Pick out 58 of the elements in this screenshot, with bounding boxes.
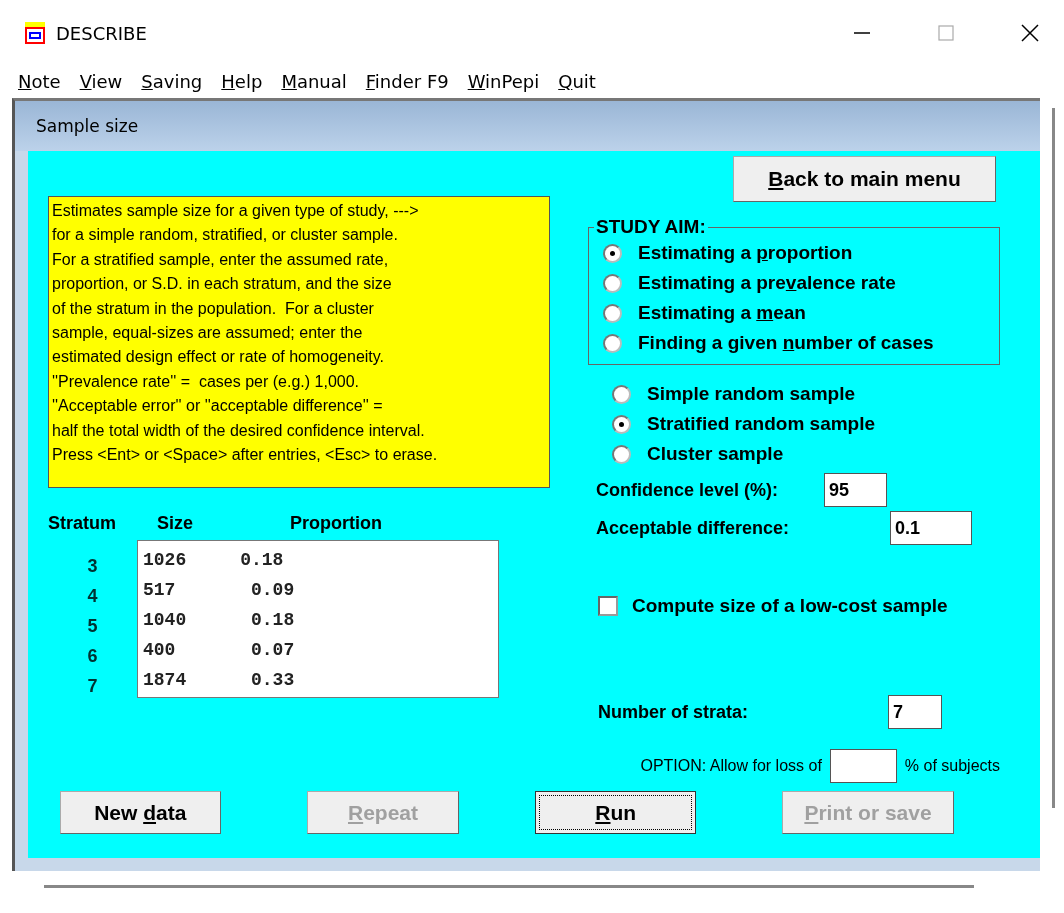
menu-item[interactable]: Saving (141, 70, 203, 92)
radio-label[interactable]: Cluster sample (647, 443, 784, 465)
field-label: Confidence level (%): (596, 479, 780, 501)
menu-item[interactable]: WinPepi (467, 70, 540, 92)
field-label: Acceptable difference: (596, 517, 791, 539)
input-field[interactable] (829, 749, 897, 783)
stratum-number: 4 (87, 585, 98, 608)
column-header: Size (157, 513, 195, 535)
menu-item[interactable]: Finder F9 (365, 70, 449, 92)
window-title: DESCRIBE (56, 22, 147, 44)
stratum-number: 7 (87, 675, 98, 698)
data-row-text: 1040 0.18 (143, 609, 296, 632)
input-field[interactable]: 0.1 (890, 511, 972, 545)
menu-item[interactable]: Manual (281, 70, 347, 92)
radio-button[interactable] (612, 414, 631, 434)
scrollbar[interactable] (1052, 108, 1055, 808)
data-row-text: 517 0.09 (143, 579, 296, 602)
radio-label[interactable]: Estimating a prevalence rate (638, 272, 896, 294)
stratum-number: 3 (87, 555, 98, 578)
radio-label[interactable]: Finding a given number of cases (638, 332, 934, 354)
checkbox[interactable] (598, 596, 618, 616)
input-field[interactable]: 95 (824, 473, 887, 507)
checkbox-label[interactable]: Compute size of a low-cost sample (632, 595, 948, 617)
column-header: Proportion (290, 513, 382, 535)
radio-button[interactable] (603, 273, 622, 293)
radio-button[interactable] (603, 303, 622, 323)
radio-label[interactable]: Estimating a proportion (638, 242, 853, 264)
radio-button[interactable] (603, 333, 622, 353)
radio-label[interactable]: Simple random sample (647, 383, 855, 405)
radio-button[interactable] (612, 384, 631, 404)
group-title: STUDY AIM: (595, 216, 707, 238)
description-text: Estimates sample size for a given type of study, ---> for a simple random, stratified, or cluster sample. For a stratified sample, enter the assumed rate, proportion, or S.D. in each stratum, and the size of the stratum in the population. For a cluster sample, equal-sizes are assumed; enter the estimated design effect or rate of homogeneity. ''Prevalence rate'' = cases per (e.g.) 1,000. ''Acceptable error'' or ''acceptable difference'' = half the total width of the desired confidence interval. Press <Ent> or <Space> after entries, <Esc> to erase. (48, 196, 550, 488)
option-label: OPTION: Allow for loss of (640, 757, 822, 775)
data-row-text: 1026 0.18 (143, 549, 285, 572)
app-icon (24, 21, 46, 45)
field-label: Number of strata: (598, 701, 750, 723)
radio-label[interactable]: Stratified random sample (647, 413, 876, 435)
radio-label[interactable]: Estimating a mean (638, 302, 806, 324)
panel-title: Sample size (36, 116, 139, 136)
menu-item[interactable]: Note (18, 70, 61, 92)
radio-button[interactable] (612, 444, 631, 464)
data-row-text: 1874 0.33 (143, 669, 296, 692)
scrollbar[interactable] (44, 885, 974, 888)
input-field[interactable]: 7 (888, 695, 942, 729)
radio-button[interactable] (603, 243, 622, 263)
stratum-number: 6 (87, 645, 98, 668)
menu-item[interactable]: Quit (558, 70, 596, 92)
menu-item[interactable]: View (79, 70, 123, 92)
stratum-number: 5 (87, 615, 98, 638)
menu-item[interactable]: Help (221, 70, 263, 92)
option-suffix: % of subjects (904, 757, 1000, 775)
data-row-text: 400 0.07 (143, 639, 296, 662)
column-header: Stratum (48, 513, 117, 535)
data-list-box[interactable]: 1026 0.18 517 0.09 1040 0.18 400 0.07 1874 0.33 (137, 540, 499, 698)
action-button[interactable]: New data (60, 791, 221, 834)
action-button[interactable]: Run (535, 791, 696, 834)
close-icon[interactable] (1020, 23, 1040, 43)
back-button[interactable]: Back to main menu (733, 156, 996, 202)
